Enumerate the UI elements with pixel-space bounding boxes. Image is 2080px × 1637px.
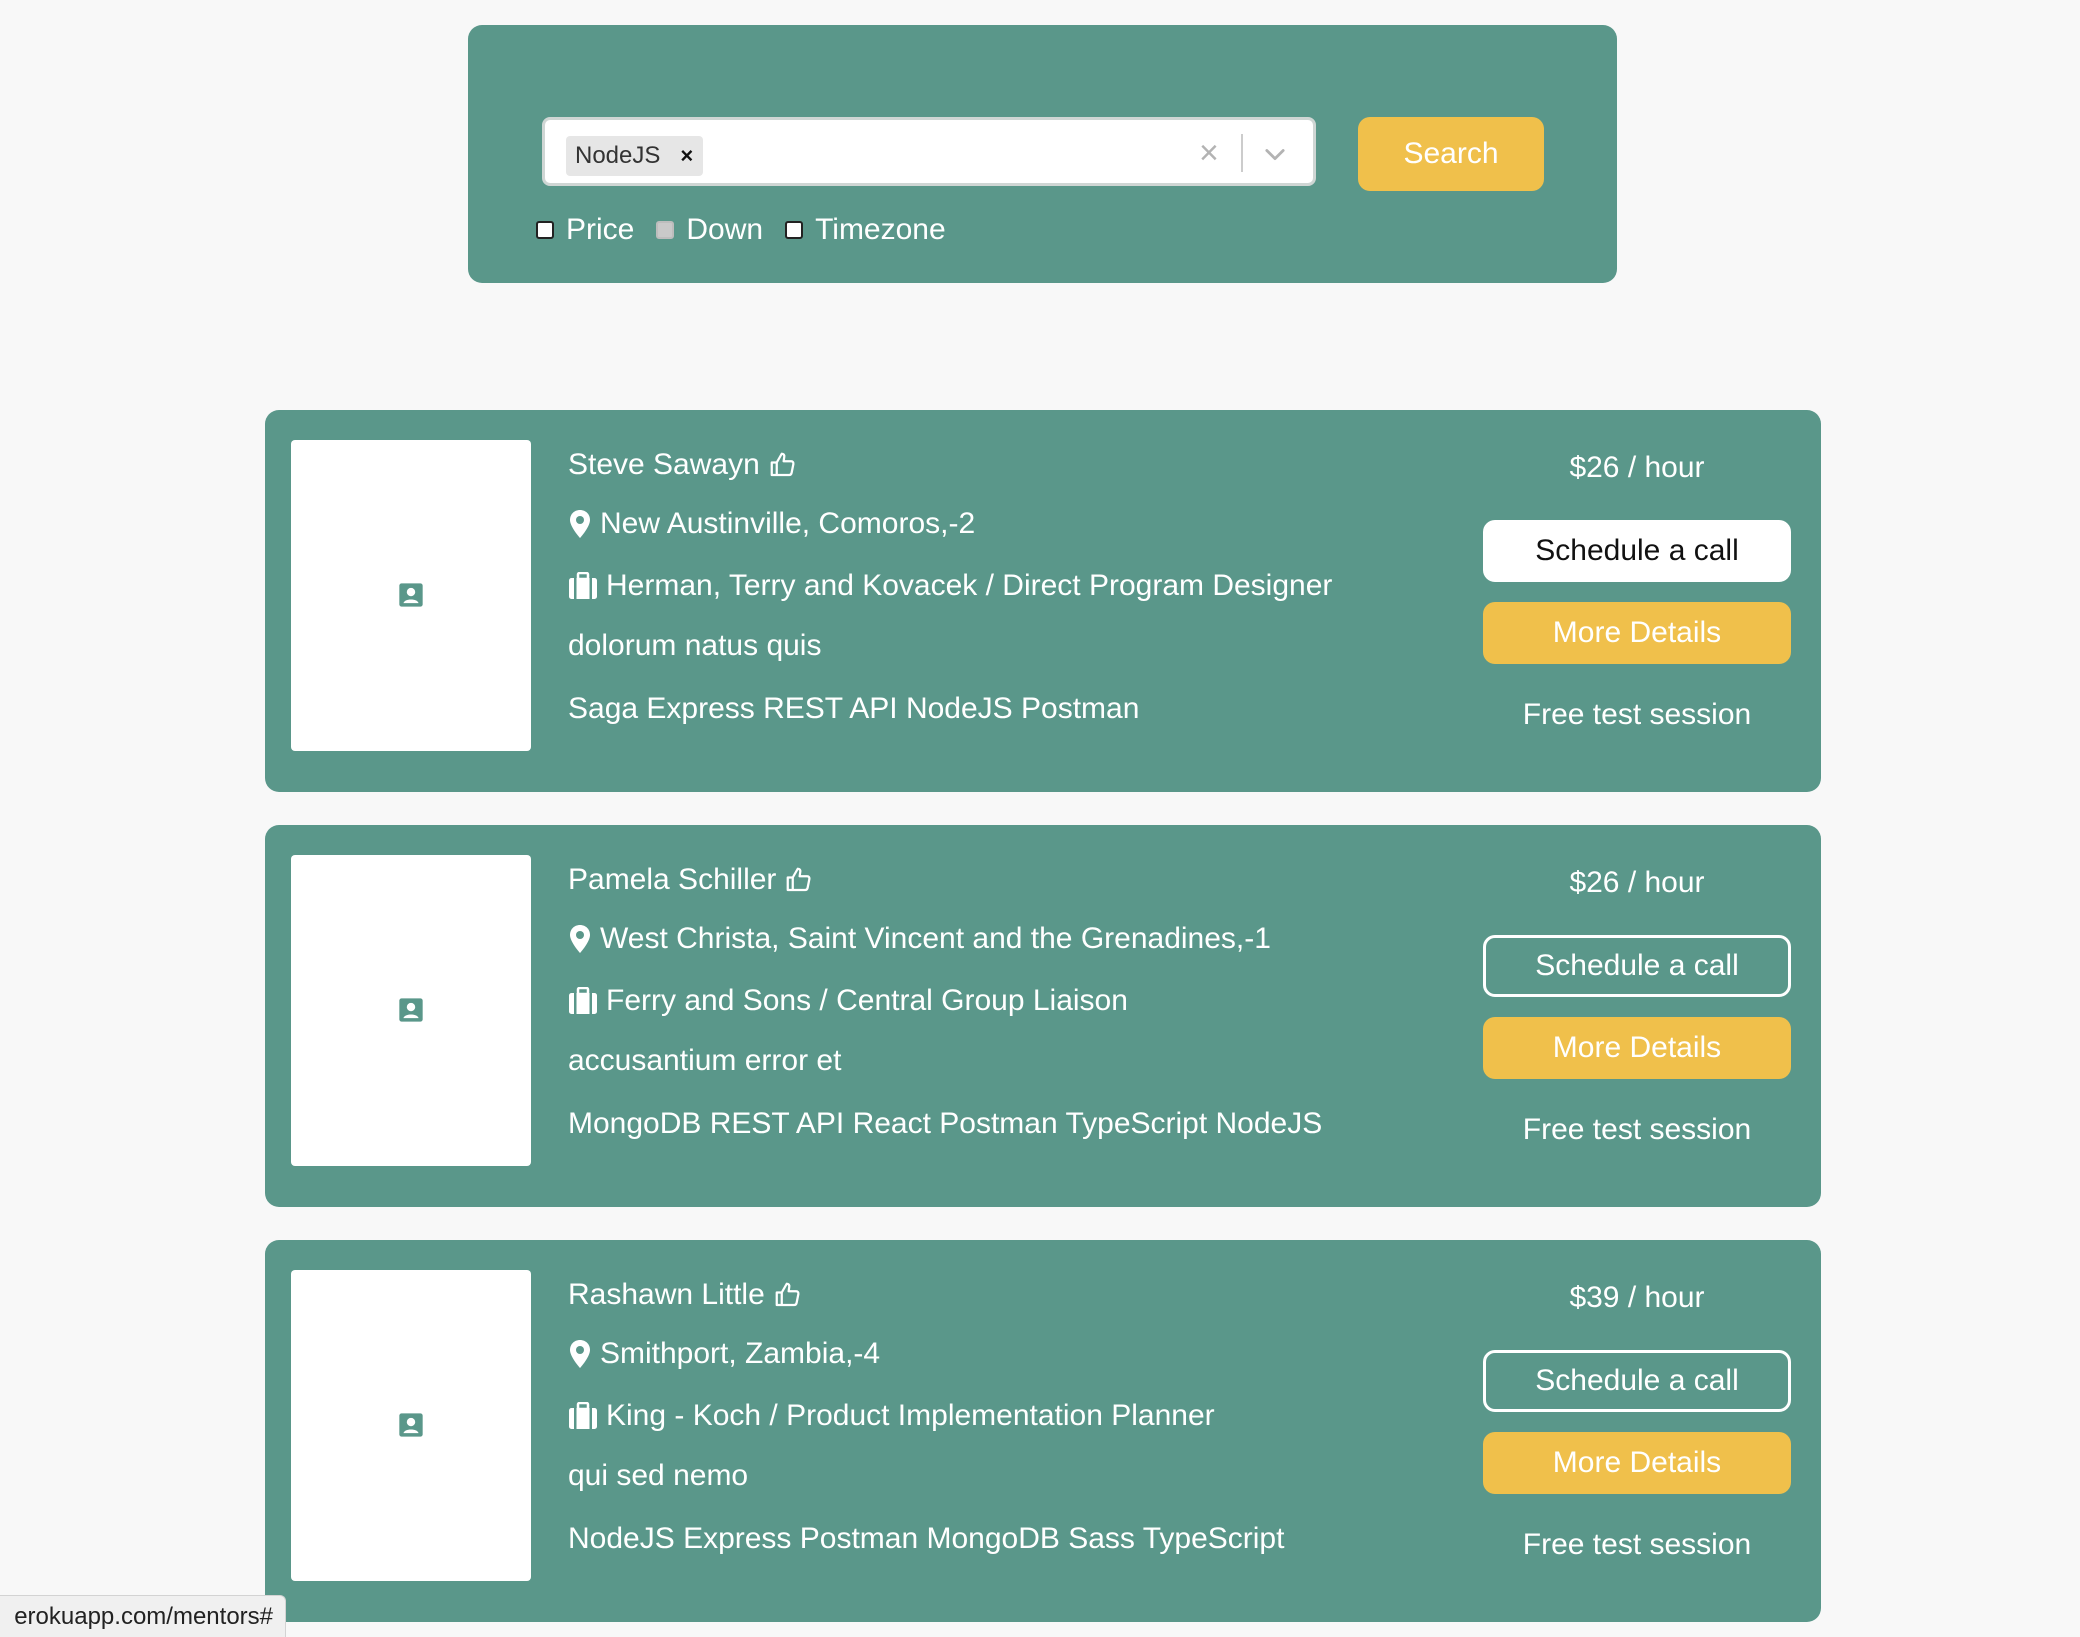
briefcase-icon: [569, 1402, 597, 1429]
filter-price-label: Price: [566, 213, 635, 246]
filter-down-label: Down: [686, 213, 764, 246]
thumbs-up-icon[interactable]: [784, 865, 814, 895]
mentor-photo: [291, 1270, 531, 1581]
schedule-call-button[interactable]: Schedule a call: [1483, 520, 1791, 582]
status-url: erokuapp.com/mentors#: [14, 1603, 273, 1630]
mentor-location: Smithport, Zambia,-4: [600, 1337, 881, 1370]
down-checkbox[interactable]: [656, 221, 675, 239]
mentor-bio: dolorum natus quis: [568, 629, 822, 662]
mentor-bio: accusantium error et: [568, 1044, 842, 1077]
mentor-photo: [291, 855, 531, 1166]
filter-timezone-label: Timezone: [815, 213, 946, 246]
mentor-skills: MongoDB REST API React Postman TypeScrip…: [568, 1107, 1323, 1140]
mentor-card: Steve Sawayn New Austinville, Comoros,-2…: [265, 410, 1821, 792]
mentor-job: Herman, Terry and Kovacek / Direct Progr…: [606, 569, 1333, 602]
briefcase-icon: [569, 987, 597, 1014]
mentor-name: Pamela Schiller: [568, 863, 777, 896]
free-test-session-label: Free test session: [1522, 698, 1752, 731]
filter-price[interactable]: Price: [536, 213, 634, 247]
map-pin-icon: [570, 925, 590, 953]
mentor-name: Steve Sawayn: [568, 448, 760, 481]
free-test-session-label: Free test session: [1522, 1528, 1752, 1561]
contact-placeholder-icon: [399, 583, 423, 607]
selected-tag-chip: NodeJS ×: [566, 136, 704, 176]
search-panel: NodeJS × × Search Price Down Timezone: [468, 25, 1617, 283]
skills-multiselect[interactable]: NodeJS × ×: [542, 117, 1316, 186]
mentor-price: $26 / hour: [1569, 866, 1705, 899]
timezone-checkbox[interactable]: [785, 221, 804, 239]
briefcase-icon: [569, 572, 597, 599]
mentor-price: $39 / hour: [1569, 1281, 1705, 1314]
remove-tag-icon[interactable]: ×: [680, 143, 693, 169]
more-details-button[interactable]: More Details: [1483, 1017, 1791, 1079]
browser-status-bar: erokuapp.com/mentors#: [0, 1595, 286, 1637]
select-separator: [1241, 134, 1243, 172]
mentor-photo: [291, 440, 531, 751]
mentor-skills: Saga Express REST API NodeJS Postman: [568, 692, 1140, 725]
map-pin-icon: [570, 1340, 590, 1368]
schedule-call-button[interactable]: Schedule a call: [1483, 935, 1791, 997]
contact-placeholder-icon: [399, 1413, 423, 1437]
mentor-card: Rashawn Little Smithport, Zambia,-4 King…: [265, 1240, 1821, 1622]
filter-timezone[interactable]: Timezone: [785, 213, 946, 247]
thumbs-up-icon[interactable]: [768, 450, 798, 480]
more-details-button[interactable]: More Details: [1483, 1432, 1791, 1494]
mentor-skills: NodeJS Express Postman MongoDB Sass Type…: [568, 1522, 1285, 1555]
thumbs-up-icon[interactable]: [773, 1280, 803, 1310]
mentor-name: Rashawn Little: [568, 1278, 765, 1311]
schedule-call-button[interactable]: Schedule a call: [1483, 1350, 1791, 1412]
mentor-job: King - Koch / Product Implementation Pla…: [606, 1399, 1215, 1432]
map-pin-icon: [570, 510, 590, 538]
search-button[interactable]: Search: [1358, 117, 1544, 191]
price-checkbox[interactable]: [536, 221, 554, 239]
contact-placeholder-icon: [399, 998, 423, 1022]
filter-options: Price Down Timezone: [536, 213, 968, 247]
mentor-location: West Christa, Saint Vincent and the Gren…: [600, 922, 1271, 955]
mentor-job: Ferry and Sons / Central Group Liaison: [606, 984, 1128, 1017]
chevron-down-icon[interactable]: [1261, 140, 1289, 168]
mentor-price: $26 / hour: [1569, 451, 1705, 484]
more-details-button[interactable]: More Details: [1483, 602, 1791, 664]
mentor-bio: qui sed nemo: [568, 1459, 749, 1492]
free-test-session-label: Free test session: [1522, 1113, 1752, 1146]
clear-selection-icon[interactable]: ×: [1199, 133, 1219, 173]
selected-tag-label: NodeJS: [575, 142, 661, 169]
filter-down[interactable]: Down: [656, 213, 763, 247]
mentor-card: Pamela Schiller West Christa, Saint Vinc…: [265, 825, 1821, 1207]
mentor-location: New Austinville, Comoros,-2: [600, 507, 976, 540]
